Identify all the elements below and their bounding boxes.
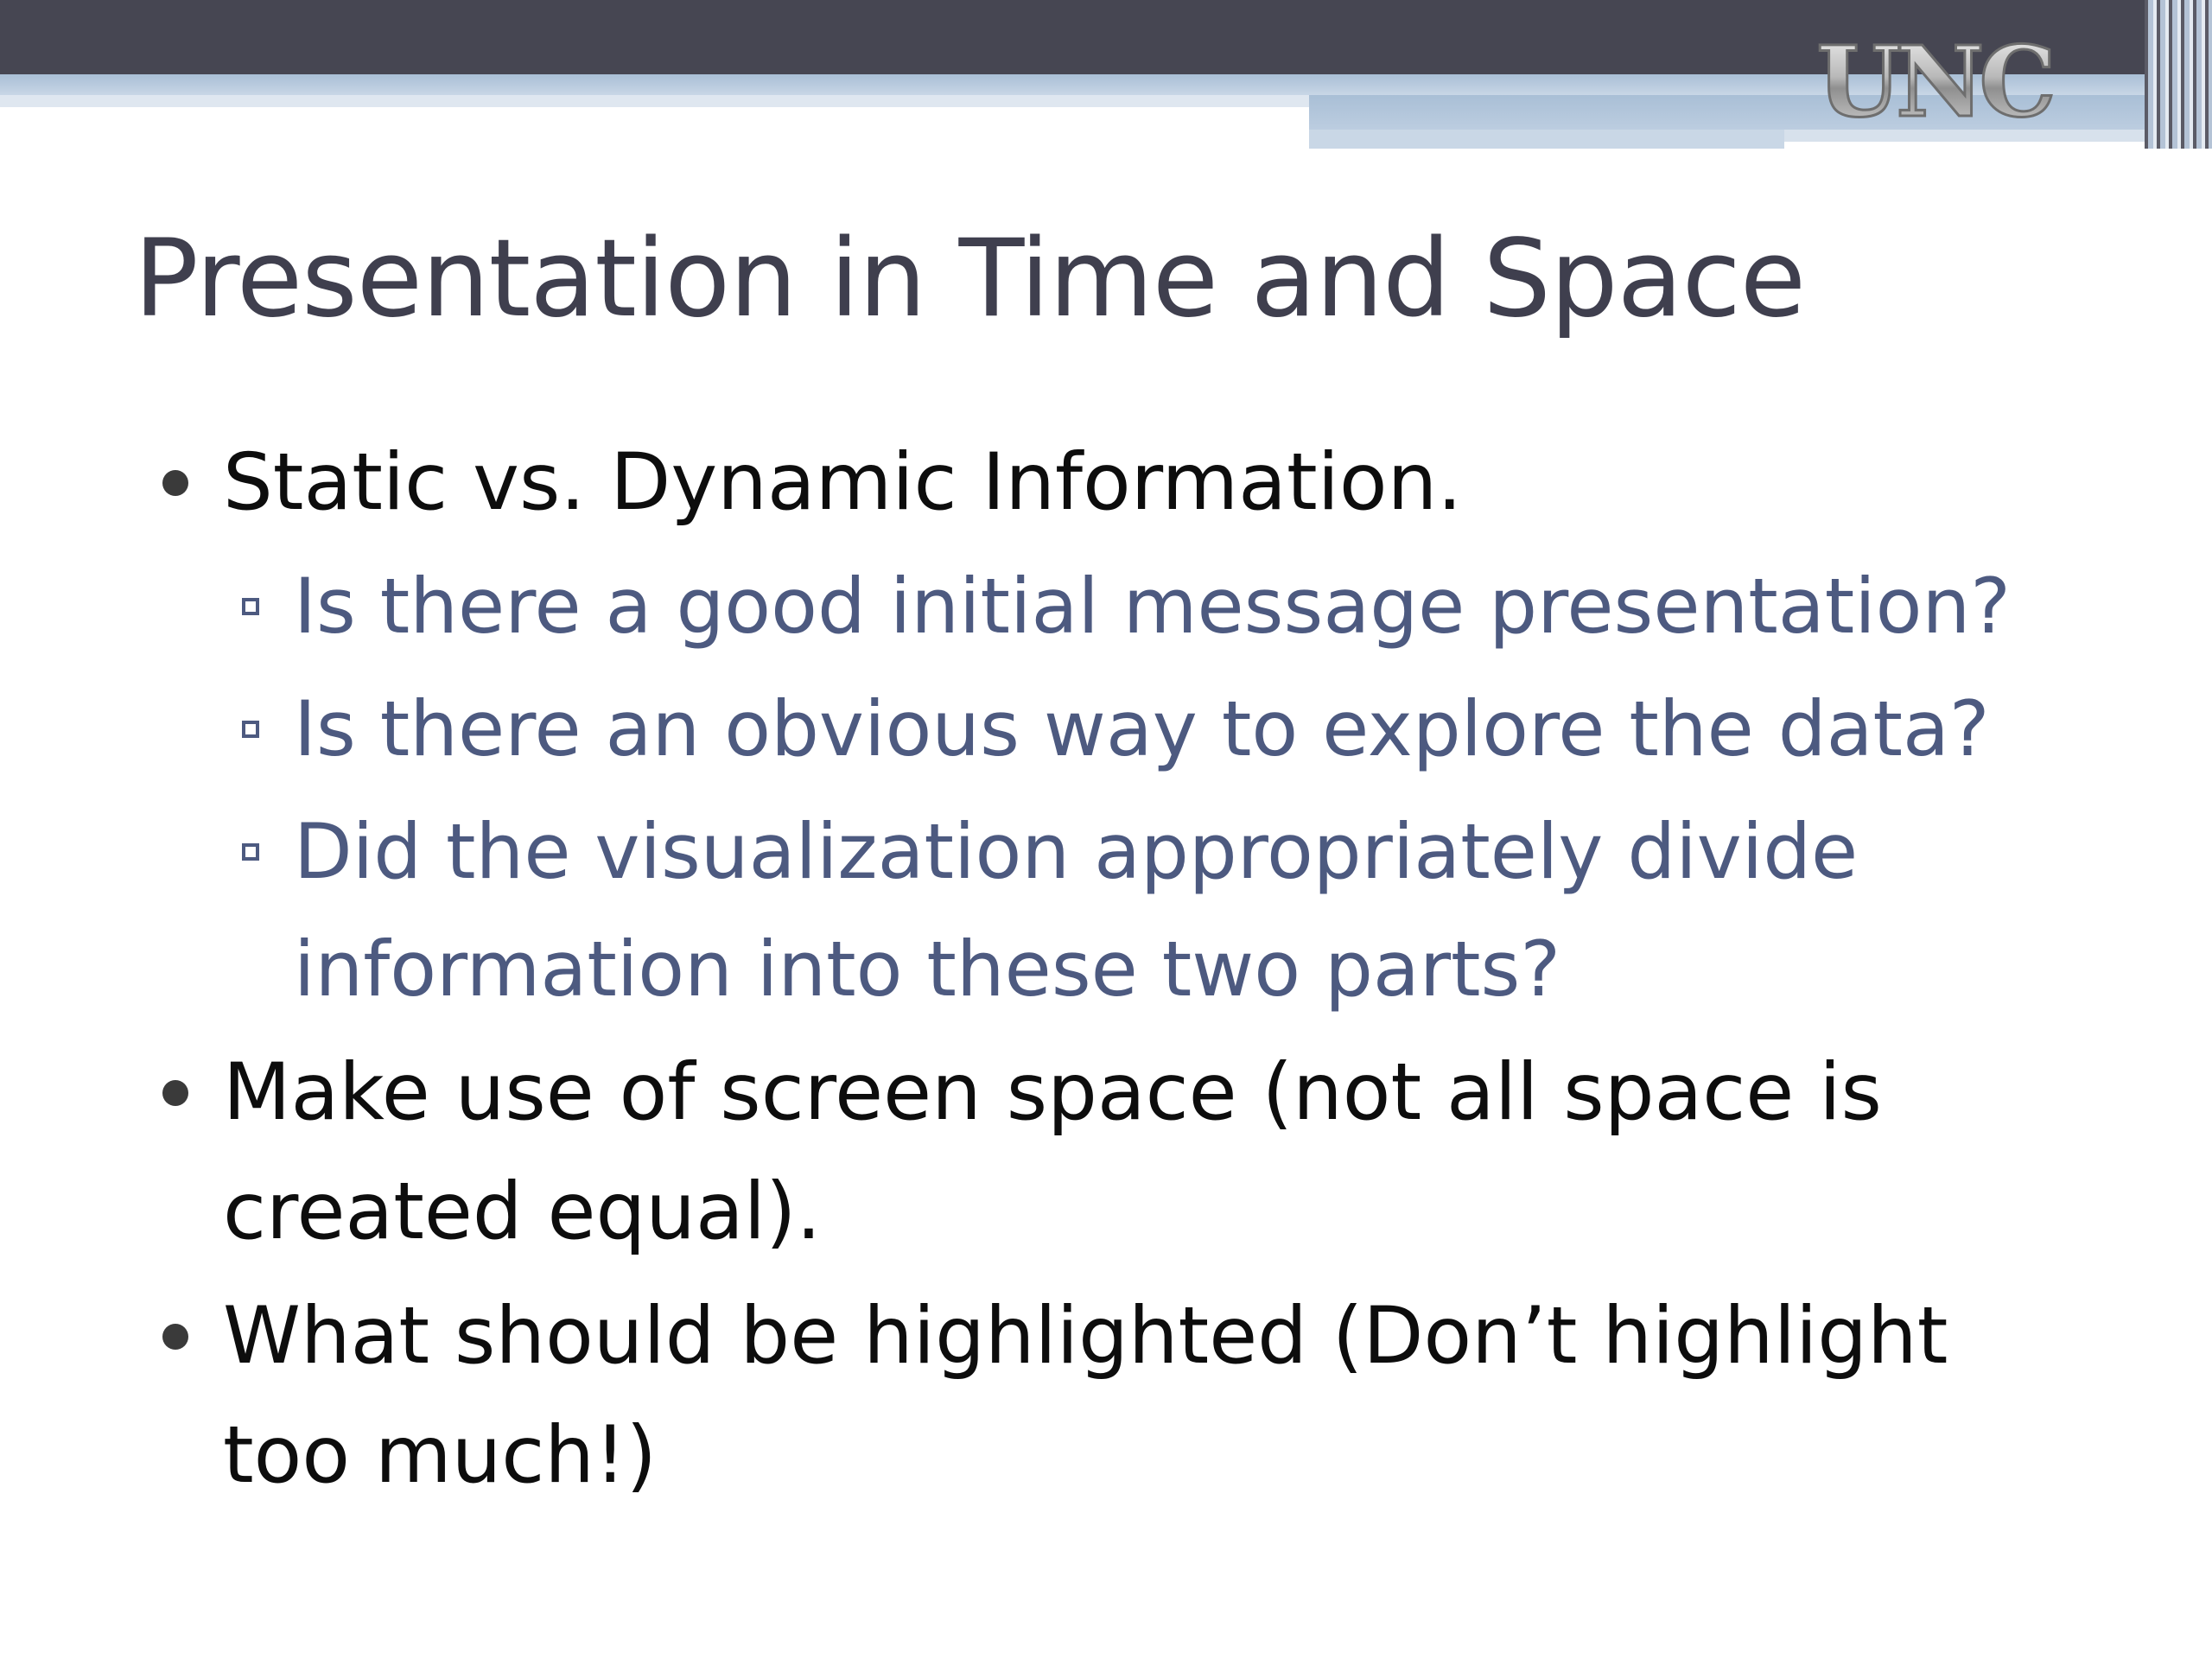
bullet-dot-icon	[162, 1080, 188, 1106]
sub-bullet-item: Is there a good initial message presenta…	[0, 548, 2143, 665]
header-band-step	[1309, 95, 2212, 130]
bullet-item: What should be highlighted (Don’t highli…	[0, 1277, 2037, 1516]
header-band-pale	[0, 95, 1309, 107]
bullet-item: Static vs. Dynamic Information.	[0, 423, 2037, 543]
square-bullet-icon	[242, 598, 259, 615]
sub-bullet-text: Is there an obvious way to explore the d…	[294, 684, 1990, 773]
bullet-text: Make use of screen space (not all space …	[223, 1047, 1882, 1257]
header-band-step-thin	[1309, 130, 1784, 149]
sub-bullet-text: Did the visualization appropriately divi…	[294, 807, 1859, 1014]
unc-logo: UNC	[1815, 29, 2055, 133]
bullet-dot-icon	[162, 1324, 188, 1350]
bullet-list: Static vs. Dynamic Information. Is there…	[0, 423, 2212, 1516]
sub-bullet-item: Did the visualization appropriately divi…	[0, 793, 2143, 1028]
square-bullet-icon	[242, 721, 259, 738]
bullet-item: Make use of screen space (not all space …	[0, 1033, 2037, 1272]
sub-bullet-item: Is there an obvious way to explore the d…	[0, 671, 2143, 788]
bullet-text: What should be highlighted (Don’t highli…	[223, 1291, 1948, 1501]
logo-text: UNC	[1816, 29, 2051, 133]
header-edge-stripes	[2145, 0, 2212, 149]
bullet-text: Static vs. Dynamic Information.	[223, 437, 1463, 528]
slide: UNC Presentation in Time and Space Stati…	[0, 0, 2212, 1659]
square-bullet-icon	[242, 843, 259, 861]
sub-bullet-text: Is there a good initial message presenta…	[294, 562, 2011, 651]
bullet-dot-icon	[162, 470, 188, 496]
slide-title: Presentation in Time and Space	[134, 217, 1806, 341]
